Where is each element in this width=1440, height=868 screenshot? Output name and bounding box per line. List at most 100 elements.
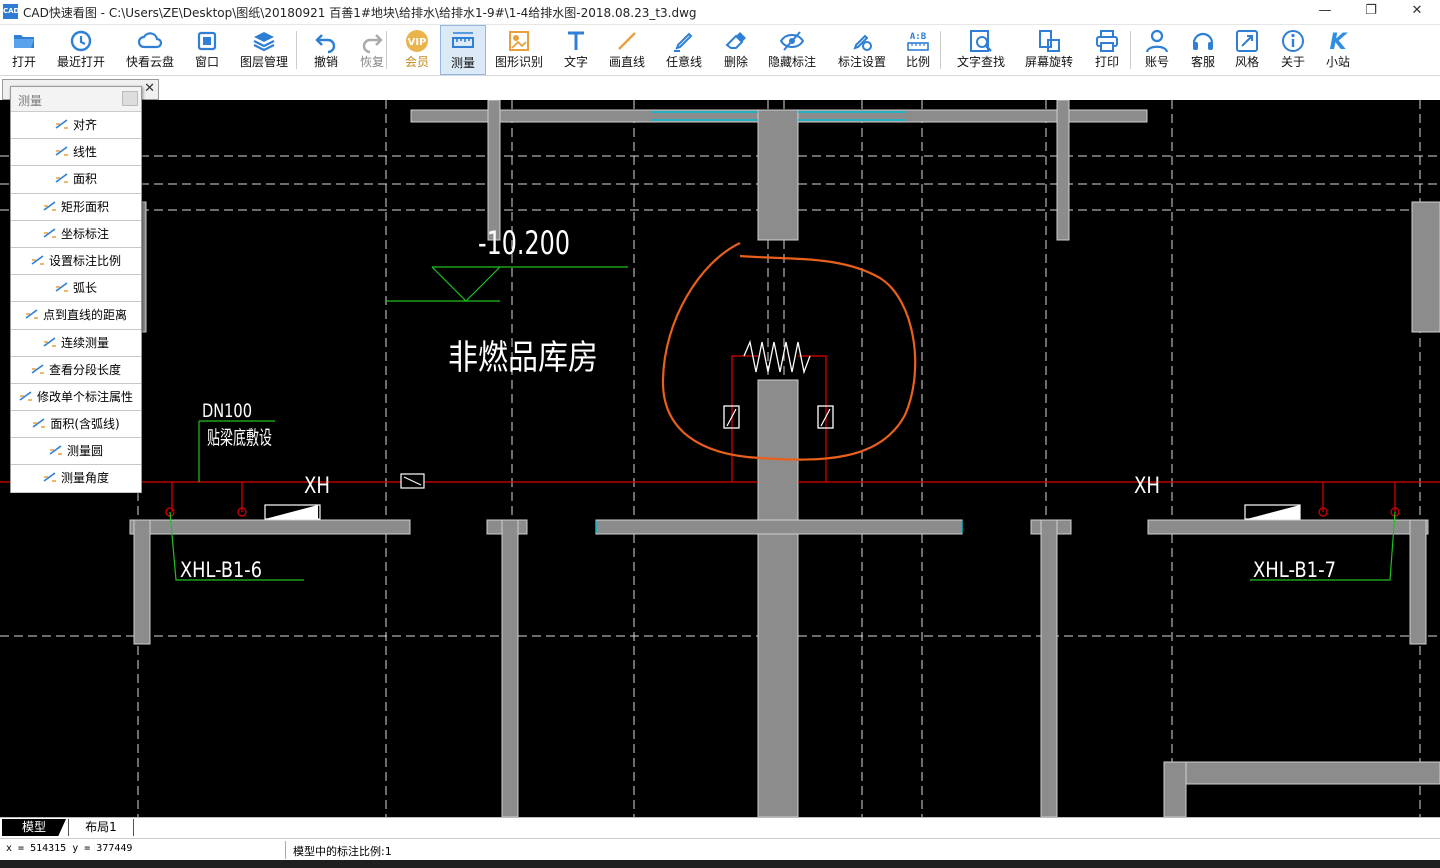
measure-arc-length-item[interactable]: 弧长 (11, 275, 141, 303)
text-search-button[interactable]: 文字查找 (952, 25, 1010, 75)
recent-button[interactable]: 最近打开 (53, 25, 109, 75)
measure-continuous-icon (43, 331, 57, 347)
measure-point-line-item[interactable]: 点到直线的距离 (11, 302, 141, 330)
measure-circle-item[interactable]: 测量圆 (11, 438, 141, 466)
eraser-icon (716, 28, 756, 54)
measure-linear-item[interactable]: 线性 (11, 139, 141, 167)
about-button[interactable]: 关于 (1275, 25, 1311, 75)
status-bar: x = 514315 y = 377449 模型中的标注比例:1 (0, 838, 1440, 861)
text-search-label: 文字查找 (956, 55, 1005, 69)
measure-label: 测量 (450, 56, 475, 70)
measure-panel-header[interactable]: 测量 (11, 87, 141, 112)
layers-icon (236, 28, 292, 54)
printer-icon (1090, 28, 1124, 54)
measure-button[interactable]: 测量 (440, 25, 486, 75)
user-icon (1140, 28, 1174, 54)
recent-clock-icon (53, 28, 109, 54)
measure-edit-annotation-item[interactable]: 修改单个标注属性 (11, 384, 141, 412)
draw-line-button[interactable]: 画直线 (603, 25, 651, 75)
svg-text:K: K (1329, 30, 1348, 54)
app-logo-icon: CAD (3, 4, 19, 19)
close-tab-icon[interactable]: ✕ (144, 81, 155, 96)
redo-button[interactable]: 恢复 (356, 25, 388, 75)
account-label: 账号 (1144, 55, 1169, 69)
print-button[interactable]: 打印 (1090, 25, 1124, 75)
measure-rect-area-label: 矩形面积 (60, 199, 109, 214)
measure-area-arc-label: 面积(含弧线) (50, 417, 120, 432)
measure-area-arc-item[interactable]: 面积(含弧线) (11, 411, 141, 439)
cloud-icon (122, 28, 178, 54)
panel-close-button[interactable] (122, 91, 138, 106)
window-button[interactable]: 窗口 (190, 25, 224, 75)
measure-coordinate-icon (43, 222, 57, 238)
measure-set-scale-item[interactable]: 设置标注比例 (11, 248, 141, 276)
annotation-scale-status: 模型中的标注比例:1 (293, 845, 392, 858)
k-logo-icon: K (1318, 28, 1358, 55)
minimize-button[interactable]: — (1302, 0, 1348, 24)
freehand-line-label: 任意线 (665, 55, 702, 69)
title-bar: CAD CAD快速看图 - C:\Users\ZE\Desktop\图纸\201… (0, 0, 1440, 25)
measure-continuous-item[interactable]: 连续测量 (11, 330, 141, 357)
vip-button[interactable]: VIP 会员 (398, 25, 436, 75)
layer-manager-label: 图层管理 (239, 55, 288, 69)
ruler-icon (441, 29, 485, 55)
redo-arrow-icon (356, 28, 388, 54)
document-tab-strip: ✕ (0, 76, 1440, 100)
hide-annotation-label: 隐藏标注 (767, 55, 816, 69)
vip-badge-icon: VIP (398, 28, 436, 54)
toolbar-separator (296, 31, 297, 69)
measure-continuous-label: 连续测量 (60, 335, 109, 350)
measure-circle-label: 测量圆 (66, 444, 103, 459)
measure-angle-label: 测量角度 (60, 471, 109, 486)
vip-label: 会员 (404, 55, 429, 69)
open-label: 打开 (11, 55, 36, 69)
layer-manager-button[interactable]: 图层管理 (236, 25, 292, 75)
measure-coordinate-item[interactable]: 坐标标注 (11, 221, 141, 248)
delete-button[interactable]: 删除 (716, 25, 756, 75)
os-taskbar (0, 860, 1440, 868)
window-label: 窗口 (194, 55, 219, 69)
annotation-settings-button[interactable]: 标注设置 (834, 25, 890, 75)
support-button[interactable]: 客服 (1185, 25, 1221, 75)
headset-icon (1185, 28, 1221, 54)
style-label: 风格 (1234, 55, 1259, 69)
text-button[interactable]: 文字 (560, 25, 592, 75)
measure-align-item[interactable]: 对齐 (11, 112, 141, 140)
close-window-button[interactable]: ✕ (1394, 0, 1440, 24)
open-button[interactable]: 打开 (4, 25, 44, 75)
tab-layout1[interactable]: 布局1 (68, 819, 134, 836)
measure-rect-area-item[interactable]: 矩形面积 (11, 194, 141, 221)
station-button[interactable]: K 小站 (1318, 25, 1358, 75)
shape-recognize-icon (491, 28, 547, 54)
measure-linear-icon (55, 140, 69, 156)
drawing-canvas[interactable]: -10.200 非燃品库房 DN100 贴梁底敷设 XH XH XHL-B1-6… (0, 100, 1440, 817)
open-folder-icon (4, 28, 44, 54)
account-button[interactable]: 账号 (1140, 25, 1174, 75)
cloud-drive-button[interactable]: 快看云盘 (122, 25, 178, 75)
measure-angle-item[interactable]: 测量角度 (11, 465, 141, 493)
toolbar-separator (1130, 31, 1131, 69)
rotate-screen-button[interactable]: 屏幕旋转 (1020, 25, 1078, 75)
riser-label-left: XHL-B1-6 (180, 558, 262, 582)
window-icon (190, 28, 224, 54)
tab-model[interactable]: 模型 (2, 819, 66, 836)
undo-button[interactable]: 撤销 (310, 25, 342, 75)
measure-edit-annotation-label: 修改单个标注属性 (36, 389, 133, 404)
style-button[interactable]: 风格 (1230, 25, 1264, 75)
maximize-button[interactable]: ❐ (1348, 0, 1394, 24)
shape-recognize-button[interactable]: 图形识别 (491, 25, 547, 75)
measure-arc-length-icon (55, 276, 69, 292)
measure-panel: 测量 对齐 线性 面积矩形面积坐标标注设置标注比例 弧长 点到直线的距离连续测量查看分段… (10, 86, 142, 493)
scale-icon: A:B (900, 28, 936, 54)
measure-area-item[interactable]: 面积 (11, 166, 141, 194)
riser-label-right: XHL-B1-7 (1253, 558, 1336, 582)
measure-segment-length-item[interactable]: 查看分段长度 (11, 357, 141, 384)
scale-button[interactable]: A:B 比例 (900, 25, 936, 75)
hide-annotation-button[interactable]: 隐藏标注 (764, 25, 820, 75)
freehand-line-button[interactable]: 任意线 (662, 25, 706, 75)
about-label: 关于 (1280, 55, 1305, 69)
measure-coordinate-label: 坐标标注 (60, 226, 109, 241)
annotation-settings-label: 标注设置 (837, 55, 886, 69)
draw-line-label: 画直线 (608, 55, 645, 69)
text-search-icon (952, 28, 1010, 54)
